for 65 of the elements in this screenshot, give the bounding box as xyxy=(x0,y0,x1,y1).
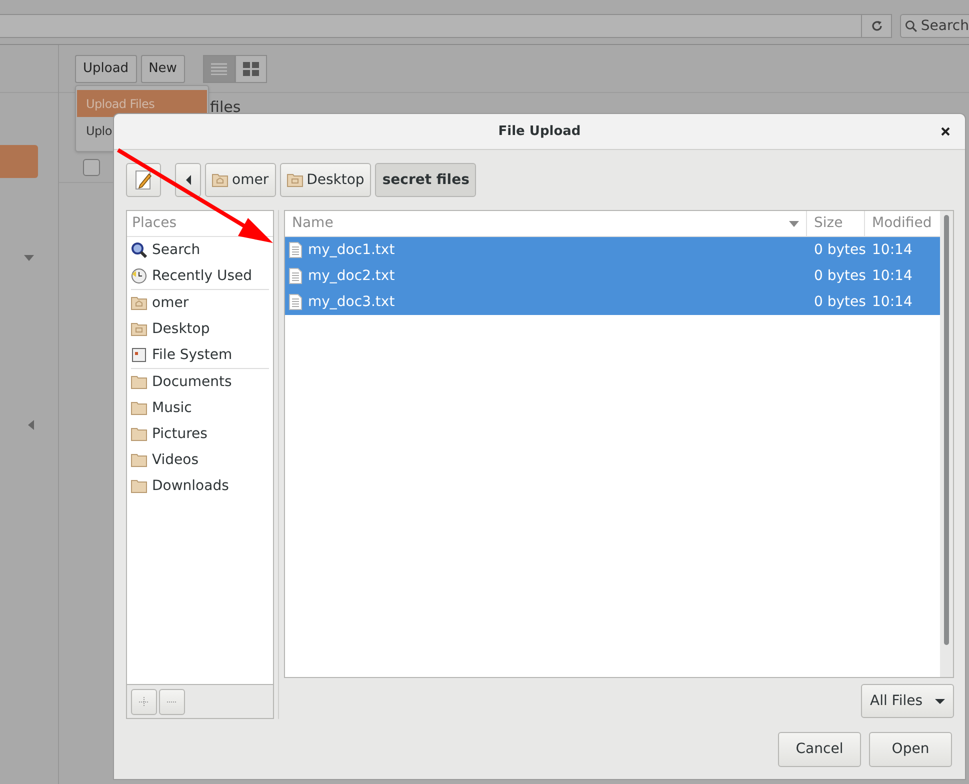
file-name: my_doc3.txt xyxy=(308,292,395,312)
toolbar-button[interactable]: Upload xyxy=(75,54,137,82)
caret-down-icon xyxy=(935,698,945,704)
place-item[interactable]: Recently Used xyxy=(131,263,269,289)
path-button[interactable]: Desktop xyxy=(280,163,372,197)
grid-view-button[interactable] xyxy=(234,54,267,82)
file-modified: 10:14 xyxy=(871,292,912,312)
search-icon xyxy=(905,20,917,32)
folder-icon xyxy=(131,375,147,389)
place-item[interactable]: File System xyxy=(131,342,269,368)
folder-icon xyxy=(131,479,147,493)
place-item[interactable]: Pictures xyxy=(131,421,269,447)
place-item[interactable]: Documents xyxy=(131,369,269,395)
dialog-button[interactable]: Open xyxy=(869,732,952,767)
desktop-folder-icon xyxy=(286,173,303,187)
place-item[interactable]: Downloads xyxy=(131,473,269,499)
caret-down-icon[interactable] xyxy=(24,255,34,261)
text-file-icon xyxy=(289,294,302,310)
section-heading: files xyxy=(210,98,241,116)
checkbox[interactable] xyxy=(83,159,100,176)
file-name: my_doc2.txt xyxy=(308,266,395,286)
place-item[interactable]: Music xyxy=(131,395,269,421)
remove-place-button[interactable] xyxy=(159,688,185,714)
file-filter-dropdown[interactable]: All Files xyxy=(861,684,954,718)
folder-icon xyxy=(131,427,147,441)
search-field[interactable]: Search xyxy=(900,14,969,38)
toolbar-button[interactable]: New xyxy=(140,54,185,82)
drive-icon xyxy=(131,347,147,363)
close-icon xyxy=(940,126,950,136)
folder-icon xyxy=(131,401,147,415)
dialog-button[interactable]: Cancel xyxy=(778,732,861,767)
place-item[interactable]: Desktop xyxy=(131,316,269,342)
edit-path-button[interactable] xyxy=(126,163,161,197)
reload-icon xyxy=(870,20,882,32)
sort-arrow-icon xyxy=(789,220,799,226)
minus-icon xyxy=(167,700,177,702)
home-folder-icon xyxy=(131,296,147,310)
place-item[interactable]: omer xyxy=(131,290,269,316)
file-size: 0 bytes xyxy=(813,240,865,260)
file-size: 0 bytes xyxy=(813,266,865,286)
path-button[interactable]: omer xyxy=(205,163,276,197)
list-icon xyxy=(210,62,227,74)
desktop-folder-icon xyxy=(131,322,147,336)
path-button[interactable]: secret files xyxy=(375,163,476,197)
list-view-button[interactable] xyxy=(202,54,235,82)
text-file-icon xyxy=(289,242,302,258)
pencil-icon xyxy=(134,170,152,190)
add-place-button[interactable] xyxy=(131,688,157,714)
dialog-title: File Upload xyxy=(498,122,581,141)
file-modified: 10:14 xyxy=(871,266,912,286)
file-modified: 10:14 xyxy=(871,240,912,260)
place-item[interactable]: Videos xyxy=(131,447,269,473)
file-name: my_doc1.txt xyxy=(308,240,395,260)
clock-icon xyxy=(131,268,147,284)
scrollbar[interactable] xyxy=(944,215,949,645)
search-icon xyxy=(131,242,147,258)
text-file-icon xyxy=(289,268,302,284)
folder-icon xyxy=(131,453,147,467)
grid-icon xyxy=(242,62,259,76)
caret-left-icon[interactable] xyxy=(28,420,34,430)
place-item[interactable]: Search xyxy=(131,237,269,263)
plus-icon xyxy=(139,696,149,706)
caret-left-icon xyxy=(186,175,190,185)
file-size: 0 bytes xyxy=(813,292,865,312)
home-folder-icon xyxy=(212,173,228,187)
